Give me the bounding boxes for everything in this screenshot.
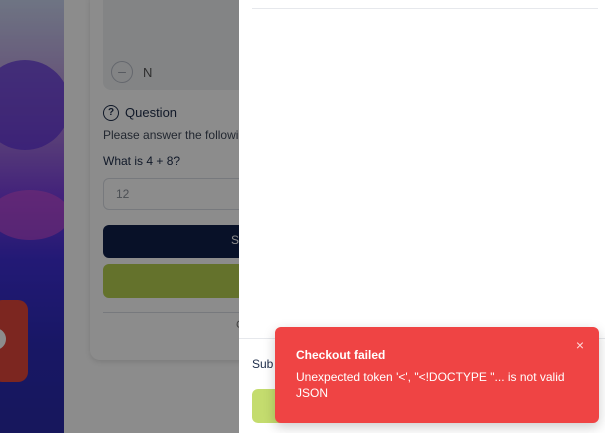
toast-title: Checkout failed [296,348,386,362]
toast-message: Unexpected token '<', "<!DOCTYPE "... is… [296,370,565,400]
error-toast: Checkout failed Unexpected token '<', "<… [275,327,599,423]
divider [252,8,598,9]
subtotal-label: Sub [252,357,274,371]
close-icon[interactable]: × [573,338,587,352]
